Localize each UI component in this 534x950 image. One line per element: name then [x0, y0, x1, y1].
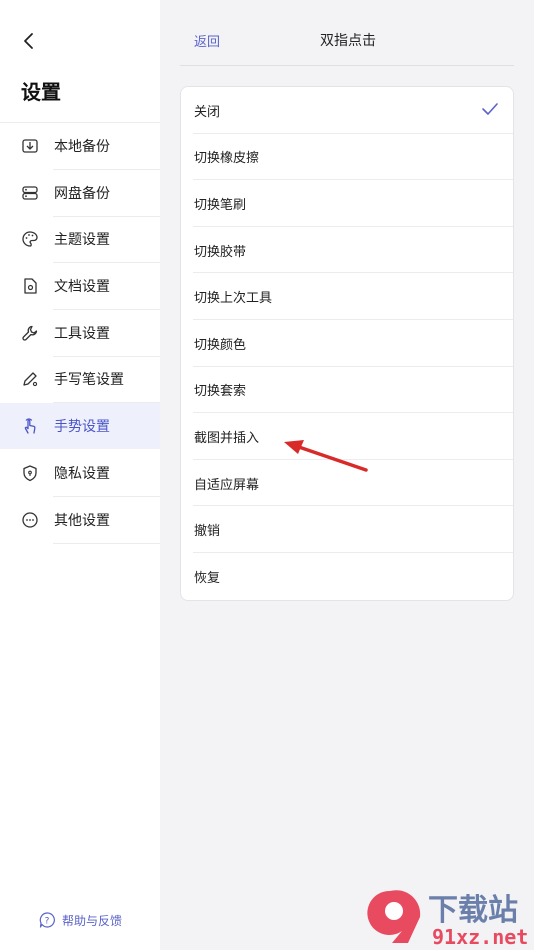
option-toggle-eraser[interactable]: 切换橡皮擦 — [181, 134, 513, 181]
sidebar-item-label: 隐私设置 — [54, 465, 110, 482]
sidebar-item-document[interactable]: 文档设置 — [0, 263, 160, 311]
document-settings-icon — [20, 276, 40, 296]
option-toggle-tape[interactable]: 切换胶带 — [181, 227, 513, 274]
option-toggle-lasso[interactable]: 切换套索 — [181, 367, 513, 414]
back-button[interactable] — [14, 26, 44, 56]
sidebar-item-label: 文档设置 — [54, 279, 110, 296]
local-backup-icon — [20, 136, 40, 156]
option-toggle-last-tool[interactable]: 切换上次工具 — [181, 273, 513, 320]
sidebar-item-label: 网盘备份 — [54, 185, 110, 202]
option-label: 切换上次工具 — [194, 291, 273, 307]
wrench-icon — [20, 323, 40, 343]
divider — [180, 65, 514, 66]
sidebar-item-other[interactable]: 其他设置 — [0, 497, 160, 544]
watermark: 下载站 91xz.net — [362, 885, 532, 949]
sidebar-item-gesture[interactable]: 手势设置 — [0, 403, 160, 450]
option-label: 切换笔刷 — [194, 197, 247, 213]
check-icon — [482, 103, 498, 115]
help-feedback-link[interactable]: ? 帮助与反馈 — [38, 911, 122, 929]
sidebar-item-stylus[interactable]: 手写笔设置 — [0, 356, 160, 404]
option-label: 切换橡皮擦 — [194, 151, 260, 167]
page-title: 双指点击 — [160, 30, 534, 50]
option-toggle-color[interactable]: 切换颜色 — [181, 320, 513, 367]
option-toggle-brush[interactable]: 切换笔刷 — [181, 180, 513, 227]
hand-gesture-icon — [20, 416, 40, 436]
watermark-site: 91xz.net — [432, 925, 529, 949]
shield-icon — [20, 463, 40, 483]
sidebar-item-local-backup[interactable]: 本地备份 — [0, 123, 160, 170]
option-label: 恢复 — [194, 570, 221, 586]
option-redo[interactable]: 恢复 — [181, 553, 513, 600]
option-label: 关闭 — [194, 104, 221, 120]
option-label: 自适应屏幕 — [194, 477, 260, 493]
options-list: 关闭 切换橡皮擦 切换笔刷 切换胶带 切换上次工具 切换颜色 切换套索 截图并插… — [180, 86, 514, 601]
svg-text:?: ? — [45, 917, 50, 927]
more-icon — [20, 510, 40, 530]
header: 返回 双指点击 — [160, 0, 534, 66]
sidebar-list: 本地备份 网盘备份 主题设置 文档设置 工具设置 手写笔设置 手势设置 隐私设置… — [0, 123, 160, 544]
sidebar-item-privacy[interactable]: 隐私设置 — [0, 450, 160, 497]
option-label: 撤销 — [194, 524, 221, 540]
option-off[interactable]: 关闭 — [181, 87, 513, 134]
sidebar-title: 设置 — [21, 80, 61, 104]
help-icon: ? — [39, 912, 55, 928]
page-title-text: 双指点击 — [320, 33, 376, 49]
sidebar-item-label: 手势设置 — [54, 419, 110, 436]
annotation-arrow-icon — [284, 440, 368, 472]
sidebar-item-label: 其他设置 — [54, 512, 110, 529]
palette-icon — [20, 229, 40, 249]
sidebar-item-label: 主题设置 — [54, 232, 110, 249]
option-label: 切换套索 — [194, 384, 247, 400]
sidebar-item-label: 本地备份 — [54, 139, 110, 155]
stylus-settings-icon — [20, 369, 40, 389]
option-label: 截图并插入 — [194, 430, 260, 446]
sidebar-item-label: 工具设置 — [54, 325, 110, 342]
watermark-text: 下载站 — [428, 893, 518, 928]
option-label: 切换颜色 — [194, 337, 247, 353]
sidebar-item-theme[interactable]: 主题设置 — [0, 216, 160, 264]
chevron-left-icon — [24, 33, 33, 49]
sidebar: 设置 本地备份 网盘备份 主题设置 文档设置 工具设置 手写笔设置 手势设置 隐… — [0, 0, 160, 950]
watermark-logo-icon — [367, 890, 421, 943]
sidebar-item-label: 手写笔设置 — [54, 372, 124, 389]
cloud-drive-icon — [20, 183, 40, 203]
option-undo[interactable]: 撤销 — [181, 506, 513, 553]
sidebar-item-cloud-backup[interactable]: 网盘备份 — [0, 170, 160, 217]
help-feedback-label: 帮助与反馈 — [62, 913, 123, 928]
divider — [53, 542, 160, 544]
option-label: 切换胶带 — [194, 244, 247, 260]
sidebar-item-tools[interactable]: 工具设置 — [0, 310, 160, 357]
